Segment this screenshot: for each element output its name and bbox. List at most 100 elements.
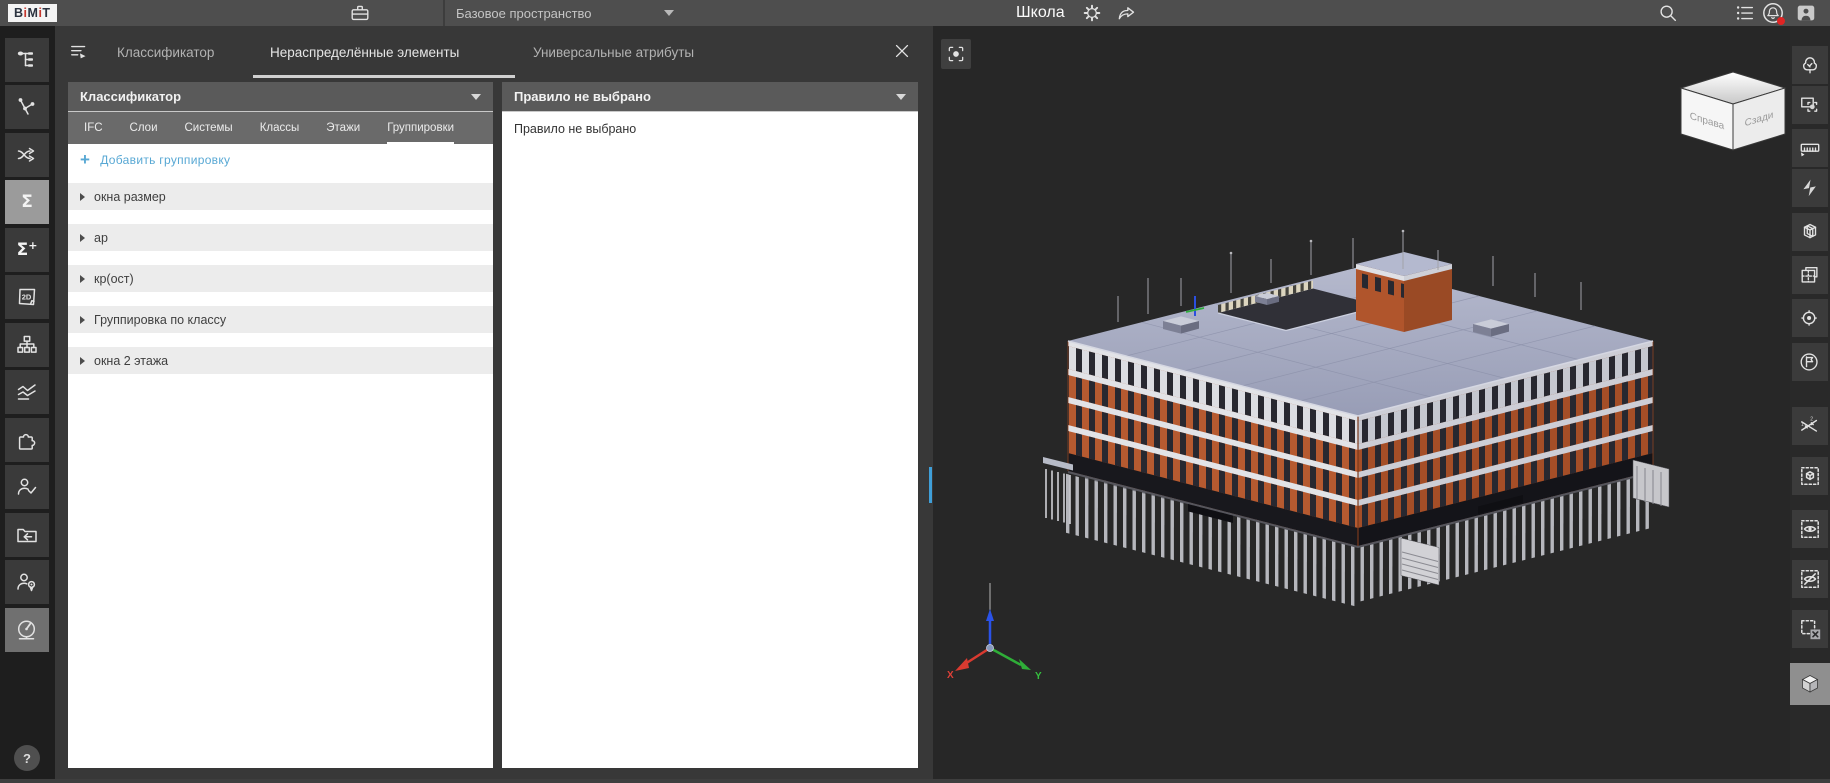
window-bottom-edge: [0, 779, 1830, 783]
logo-letter: B: [14, 6, 24, 20]
right-toolbar: 1 2: [1790, 26, 1830, 783]
flag-icon[interactable]: [1792, 343, 1828, 381]
grouping-label: Группировка по классу: [94, 312, 227, 327]
expand-triangle-icon: [80, 274, 85, 283]
expand-triangle-icon: [80, 356, 85, 365]
solid-cube-icon[interactable]: [1790, 663, 1830, 705]
briefcase-icon[interactable]: [348, 1, 372, 25]
gauge-icon[interactable]: [5, 608, 49, 652]
grouping-label: ар: [94, 230, 108, 245]
topbar-divider: [443, 0, 445, 26]
ruler-icon[interactable]: [1792, 129, 1828, 167]
plus-icon: +: [80, 150, 91, 170]
list-menu-icon[interactable]: [1733, 1, 1757, 25]
account-icon[interactable]: [1794, 1, 1818, 25]
subtab-ifc[interactable]: IFC: [84, 112, 103, 144]
grouping-row[interactable]: ар: [68, 224, 493, 251]
classifier-column: Классификатор IFC Слои Системы Классы Эт…: [68, 82, 493, 768]
subtab-groupings[interactable]: Группировки: [387, 112, 455, 144]
settings-gear-icon[interactable]: [1080, 1, 1104, 25]
left-toolbar: Σ Σ + 2D ?: [0, 26, 55, 783]
add-grouping-button[interactable]: + Добавить группировку: [68, 144, 493, 170]
floorplan-icon[interactable]: [1792, 256, 1828, 294]
workspace-selector[interactable]: Базовое пространство: [456, 0, 674, 26]
structure-tree-icon[interactable]: [5, 38, 49, 82]
top-bar: BiMiT Базовое пространство Школа: [0, 0, 1830, 26]
workspace-label: Базовое пространство: [456, 5, 592, 21]
add-grouping-label: Добавить группировку: [100, 153, 231, 167]
tab-universal-attributes[interactable]: Универсальные атрибуты: [533, 26, 694, 78]
grouping-label: кр(ост): [94, 271, 134, 286]
project-title: Школа: [1016, 4, 1065, 21]
expand-triangle-icon: [80, 233, 85, 242]
notification-badge: [1777, 17, 1785, 25]
search-icon[interactable]: [1656, 1, 1680, 25]
folder-share-icon[interactable]: [5, 513, 49, 557]
tab-unallocated-elements[interactable]: Нераспределённые элементы: [270, 26, 459, 78]
compare-paths-icon[interactable]: 1 2: [1792, 407, 1828, 445]
grouping-label: окна 2 этажа: [94, 353, 169, 368]
grouping-row[interactable]: Группировка по классу: [68, 306, 493, 333]
sigma-glyph: Σ: [21, 191, 33, 212]
classifier-panel: Классификатор Нераспределённые элементы …: [55, 26, 933, 783]
3d-model-building[interactable]: [933, 26, 1790, 783]
viewport-3d[interactable]: Справа Сзади X Y: [933, 26, 1790, 783]
rule-dropdown[interactable]: Правило не выбрано: [502, 82, 918, 112]
fit-view-button[interactable]: [941, 39, 971, 69]
chevron-down-icon: [896, 93, 906, 100]
isolate-object-icon[interactable]: [1792, 457, 1828, 495]
show-object-icon[interactable]: [1792, 510, 1828, 548]
hide-object-icon[interactable]: [1792, 560, 1828, 598]
axis-x-label: X: [947, 670, 954, 681]
user-location-icon[interactable]: [5, 560, 49, 604]
close-icon[interactable]: [891, 41, 913, 63]
help-button[interactable]: ?: [14, 745, 40, 771]
grouping-row[interactable]: окна размер: [68, 183, 493, 210]
classifier-dropdown[interactable]: Классификатор: [68, 82, 493, 112]
panel-resize-handle[interactable]: [929, 467, 932, 503]
locate-icon[interactable]: [1792, 299, 1828, 337]
notifications-icon[interactable]: [1761, 1, 1785, 25]
rule-empty-text: Правило не выбрано: [514, 122, 637, 136]
app-logo[interactable]: BiMiT: [8, 4, 57, 22]
axis-y-label: Y: [1035, 671, 1042, 682]
expand-triangle-icon: [80, 315, 85, 324]
chevron-down-icon: [471, 93, 481, 100]
shuffle-icon[interactable]: [5, 133, 49, 177]
rule-column: Правило не выбрано Правило не выбрано: [502, 82, 918, 768]
rule-content: Правило не выбрано: [502, 112, 918, 768]
2d-view-icon[interactable]: 2D: [5, 275, 49, 319]
node-connections-icon[interactable]: [5, 85, 49, 129]
deselect-icon[interactable]: [1792, 610, 1828, 648]
sigma-glyph: Σ: [16, 239, 29, 260]
subtab-systems[interactable]: Системы: [185, 112, 233, 144]
share-icon[interactable]: [1114, 1, 1138, 25]
hierarchy-icon[interactable]: [5, 323, 49, 367]
flash-icon[interactable]: [1792, 169, 1828, 207]
2d-glyph: 2D: [22, 293, 32, 302]
rule-dropdown-value: Правило не выбрано: [514, 89, 651, 104]
panel-menu-icon[interactable]: [69, 41, 91, 63]
user-check-icon[interactable]: [5, 465, 49, 509]
subtab-layers[interactable]: Слои: [130, 112, 158, 144]
grouping-row[interactable]: окна 2 этажа: [68, 347, 493, 374]
plugins-puzzle-icon[interactable]: [5, 418, 49, 462]
compare-digit: 2: [1810, 416, 1813, 422]
expand-triangle-icon: [80, 192, 85, 201]
active-tab-underline: [253, 75, 515, 78]
subtab-classes[interactable]: Классы: [260, 112, 300, 144]
chart-lines-icon[interactable]: [5, 370, 49, 414]
sigma-icon[interactable]: Σ: [5, 180, 49, 224]
groupings-list: + Добавить группировку окна размер ар кр…: [68, 144, 493, 768]
axes-gizmo[interactable]: X Y: [938, 571, 1053, 686]
view-cube[interactable]: Справа Сзади: [1666, 62, 1790, 157]
sigma-plus-icon[interactable]: Σ +: [5, 228, 49, 272]
subtab-floors[interactable]: Этажи: [326, 112, 360, 144]
section-box-icon[interactable]: [1792, 213, 1828, 251]
selection-focus-icon[interactable]: [1792, 86, 1828, 124]
tree-icon[interactable]: [1792, 46, 1828, 84]
plus-glyph: +: [28, 238, 38, 252]
classifier-dropdown-value: Классификатор: [80, 89, 182, 104]
tab-classifier[interactable]: Классификатор: [117, 26, 214, 78]
grouping-row[interactable]: кр(ост): [68, 265, 493, 292]
